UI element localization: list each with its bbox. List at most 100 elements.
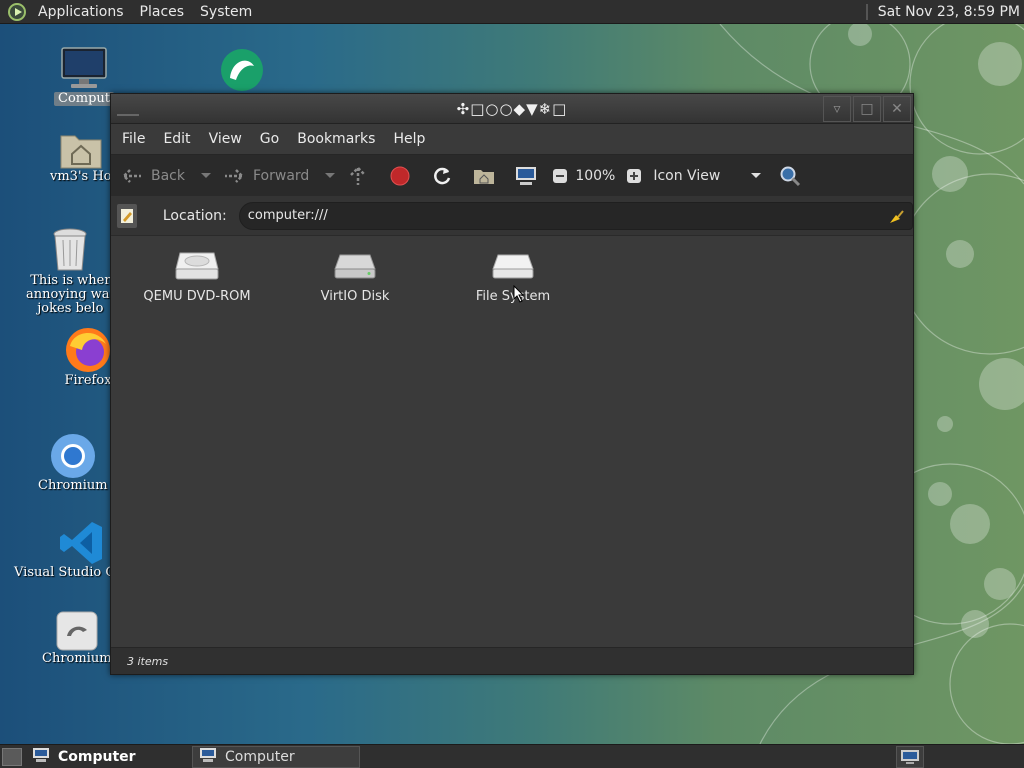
clock[interactable]: Sat Nov 23, 8:59 PM <box>865 0 1024 24</box>
desktop-label-firefox: Firefox <box>64 373 112 388</box>
view-mode-select[interactable]: Icon View <box>653 155 745 197</box>
taskbar-label-1: Computer <box>58 748 136 765</box>
computer-icon <box>61 47 107 88</box>
clear-location-icon[interactable] <box>888 209 904 229</box>
file-view[interactable]: QEMU DVD-ROM VirtIO Disk File System <box>111 237 913 647</box>
desktop-label-chromium-1: Chromium <box>38 478 108 493</box>
menu-edit[interactable]: Edit <box>154 131 199 147</box>
firefox-icon <box>66 328 110 372</box>
taskbar-item-computer[interactable]: Computer <box>192 745 360 768</box>
taskbar-label-2: Computer <box>225 748 295 765</box>
optical-drive-icon <box>175 252 219 280</box>
location-value: computer:/// <box>247 208 328 223</box>
back-button[interactable]: Back <box>121 155 185 197</box>
desktop-label-vscode: Visual Studio C <box>14 565 116 580</box>
trash-icon <box>53 228 87 271</box>
desktop-label-trash-1: This is wher <box>30 273 111 288</box>
filesystem-drive-icon <box>492 254 534 279</box>
file-label-dvd-rom: QEMU DVD-ROM <box>143 289 251 304</box>
file-item-dvd-rom[interactable]: QEMU DVD-ROM <box>137 249 257 304</box>
back-arrow-icon <box>121 165 143 187</box>
taskbar-computer-icon <box>32 747 50 767</box>
location-toggle-button[interactable] <box>117 203 137 228</box>
view-mode-dropdown-arrow[interactable] <box>751 173 762 178</box>
workspace-monitor-icon <box>901 750 919 764</box>
chromium-icon <box>50 434 95 478</box>
minimize-icon: ▿ <box>833 101 841 117</box>
menu-applications[interactable]: Applications <box>30 0 132 24</box>
up-button[interactable] <box>347 155 369 197</box>
desktop-label-trash-3: jokes belo <box>37 301 104 316</box>
panel-separator <box>865 4 868 20</box>
search-button[interactable] <box>779 155 801 197</box>
location-input[interactable]: computer:/// <box>238 201 913 230</box>
desktop-label-home: vm3's Ho <box>50 169 112 184</box>
hard-disk-icon <box>334 254 376 279</box>
taskbar-item-computer-active[interactable]: Computer <box>26 746 188 768</box>
zoom-out-button[interactable] <box>549 155 571 197</box>
desktop-icon-firefox[interactable]: Firefox <box>64 326 112 388</box>
vscode-icon <box>59 522 102 564</box>
file-label-virtio-disk: VirtIO Disk <box>320 289 390 304</box>
home-button[interactable] <box>473 155 495 197</box>
window-title: ✣□○○◆▼❄□ <box>456 99 568 118</box>
menu-system[interactable]: System <box>192 0 260 24</box>
window-menubar: File Edit View Go Bookmarks Help <box>111 124 913 154</box>
close-icon: ✕ <box>891 101 903 117</box>
home-folder-icon <box>60 135 102 169</box>
menu-view[interactable]: View <box>200 131 251 147</box>
menu-bookmarks[interactable]: Bookmarks <box>288 131 384 147</box>
desktop-icon-chromium-2[interactable]: Chromium <box>42 610 112 666</box>
file-manager-window: ✣□○○◆▼❄□ ▿ □ ✕ File Edit View Go Bookmar… <box>110 93 914 675</box>
menu-file[interactable]: File <box>113 131 154 147</box>
zoom-in-icon <box>623 165 645 187</box>
app-logo-icon <box>221 49 263 91</box>
window-menu-icon[interactable] <box>117 102 139 116</box>
zoom-out-icon <box>549 165 571 187</box>
forward-history-dropdown[interactable] <box>325 173 336 178</box>
forward-label: Forward <box>253 167 310 184</box>
menu-help[interactable]: Help <box>384 131 434 147</box>
close-button[interactable]: ✕ <box>883 96 911 122</box>
workspace-switcher[interactable] <box>896 746 924 768</box>
desktop-icon-trash[interactable]: This is wher annoying wat jokes belo <box>26 226 115 316</box>
status-text: 3 items <box>127 654 169 668</box>
computer-button[interactable] <box>515 155 537 197</box>
desktop-icon-app[interactable] <box>218 48 266 92</box>
show-desktop-button[interactable] <box>2 747 22 766</box>
reload-icon <box>431 165 453 187</box>
zoom-in-button[interactable] <box>623 155 645 197</box>
back-label: Back <box>151 167 185 184</box>
menu-go[interactable]: Go <box>251 131 288 147</box>
window-titlebar[interactable]: ✣□○○◆▼❄□ ▿ □ ✕ <box>111 94 913 124</box>
taskbar-computer-icon-2 <box>199 747 217 767</box>
desktop-icon-chromium-1[interactable]: Chromium <box>38 433 108 493</box>
forward-button[interactable]: Forward <box>223 155 309 197</box>
menu-places[interactable]: Places <box>132 0 193 24</box>
desktop-label-computer: Comput <box>54 92 115 106</box>
bottom-panel: Computer Computer <box>0 744 1024 768</box>
maximize-icon: □ <box>860 101 874 117</box>
back-history-dropdown[interactable] <box>201 173 211 178</box>
up-arrow-icon <box>347 165 369 187</box>
location-label: Location: <box>162 207 227 224</box>
zoom-level-text: 100% <box>575 167 616 184</box>
stop-button[interactable] <box>389 155 411 197</box>
file-item-virtio-disk[interactable]: VirtIO Disk <box>295 249 415 304</box>
applications-logo-icon[interactable] <box>8 2 26 21</box>
mouse-cursor-icon <box>513 285 525 303</box>
edit-pencil-icon <box>120 208 133 223</box>
home-folder-small-icon <box>473 165 495 187</box>
minimize-button[interactable]: ▿ <box>823 96 851 122</box>
clock-text: Sat Nov 23, 8:59 PM <box>877 4 1020 20</box>
desktop-icon-computer[interactable]: Comput <box>54 46 115 106</box>
status-bar: 3 items <box>111 647 913 674</box>
chromium-launcher-icon <box>56 611 98 651</box>
reload-button[interactable] <box>431 155 453 197</box>
zoom-level[interactable]: 100% <box>575 155 615 197</box>
maximize-button[interactable]: □ <box>853 96 881 122</box>
search-icon <box>779 165 801 187</box>
view-mode-text: Icon View <box>653 167 721 184</box>
desktop-icon-vscode[interactable]: Visual Studio C <box>14 520 115 580</box>
desktop-icon-home[interactable]: vm3's Ho <box>50 130 111 184</box>
